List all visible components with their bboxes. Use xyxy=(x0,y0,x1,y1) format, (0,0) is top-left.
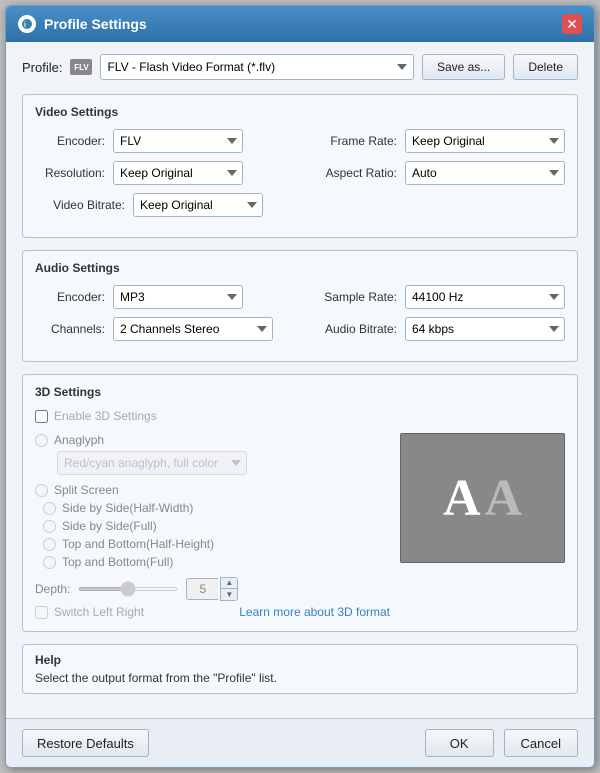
split-screen-radio[interactable] xyxy=(35,484,48,497)
bottom-right-buttons: OK Cancel xyxy=(425,729,578,757)
delete-button[interactable]: Delete xyxy=(513,54,578,80)
audio-settings-section: Audio Settings Encoder: MP3 Sample Rate:… xyxy=(22,250,578,362)
3d-settings-title: 3D Settings xyxy=(35,385,565,399)
profile-select[interactable]: FLV - Flash Video Format (*.flv) xyxy=(100,54,413,80)
encoder-select[interactable]: FLV xyxy=(113,129,243,153)
save-as-button[interactable]: Save as... xyxy=(422,54,505,80)
side-full-row: Side by Side(Full) xyxy=(43,519,390,533)
side-half-label: Side by Side(Half-Width) xyxy=(62,501,193,515)
preview-a2: A xyxy=(485,469,523,528)
depth-spin: ▲ ▼ xyxy=(186,577,238,601)
restore-defaults-button[interactable]: Restore Defaults xyxy=(22,729,149,757)
profile-settings-dialog: i Profile Settings ✕ Profile: FLV FLV - … xyxy=(5,5,595,768)
depth-label: Depth: xyxy=(35,582,70,596)
depth-row: Depth: ▲ ▼ xyxy=(35,577,390,601)
video-settings-title: Video Settings xyxy=(35,105,565,119)
3d-preview: A A xyxy=(400,433,565,563)
side-half-radio[interactable] xyxy=(43,502,56,515)
svg-text:i: i xyxy=(24,22,26,29)
profile-label: Profile: xyxy=(22,60,62,75)
top-full-row: Top and Bottom(Full) xyxy=(43,555,390,569)
depth-spin-buttons: ▲ ▼ xyxy=(220,577,238,601)
aspect-ratio-select[interactable]: Auto xyxy=(405,161,565,185)
flv-icon: FLV xyxy=(70,59,92,75)
help-text: Select the output format from the "Profi… xyxy=(35,671,565,685)
title-bar: i Profile Settings ✕ xyxy=(6,6,594,42)
switch-row: Switch Left Right Learn more about 3D fo… xyxy=(35,605,390,619)
audio-bitrate-select[interactable]: 64 kbps xyxy=(405,317,565,341)
close-button[interactable]: ✕ xyxy=(562,14,582,34)
sample-rate-select[interactable]: 44100 Hz xyxy=(405,285,565,309)
split-screen-row: Split Screen xyxy=(35,483,390,497)
split-screen-options: Side by Side(Half-Width) Side by Side(Fu… xyxy=(43,501,390,569)
top-full-radio[interactable] xyxy=(43,556,56,569)
encoder-label: Encoder: xyxy=(35,134,105,148)
video-settings-section: Video Settings Encoder: FLV Frame Rate: … xyxy=(22,94,578,238)
anaglyph-select[interactable]: Red/cyan anaglyph, full color xyxy=(57,451,247,475)
3d-main-content: Anaglyph Red/cyan anaglyph, full color S… xyxy=(35,433,565,619)
channels-select[interactable]: 2 Channels Stereo xyxy=(113,317,273,341)
audio-bitrate-label: Audio Bitrate: xyxy=(307,322,397,336)
video-bitrate-row: Video Bitrate: Keep Original xyxy=(35,193,565,217)
profile-row: Profile: FLV FLV - Flash Video Format (*… xyxy=(22,54,578,80)
3d-left-panel: Anaglyph Red/cyan anaglyph, full color S… xyxy=(35,433,390,619)
dialog-content: Profile: FLV FLV - Flash Video Format (*… xyxy=(6,42,594,718)
channels-label: Channels: xyxy=(35,322,105,336)
resolution-row: Resolution: Keep Original Aspect Ratio: … xyxy=(35,161,565,185)
anaglyph-row: Anaglyph xyxy=(35,433,390,447)
cancel-button[interactable]: Cancel xyxy=(504,729,578,757)
help-title: Help xyxy=(35,653,565,667)
learn-more-link[interactable]: Learn more about 3D format xyxy=(239,605,390,619)
enable-3d-row: Enable 3D Settings xyxy=(35,409,565,423)
enable-3d-label: Enable 3D Settings xyxy=(54,409,157,423)
frame-rate-label: Frame Rate: xyxy=(317,134,397,148)
video-bitrate-select[interactable]: Keep Original xyxy=(133,193,263,217)
app-icon: i xyxy=(18,15,36,33)
switch-left-right-checkbox[interactable] xyxy=(35,606,48,619)
side-half-row: Side by Side(Half-Width) xyxy=(43,501,390,515)
video-bitrate-label: Video Bitrate: xyxy=(35,198,125,212)
audio-settings-title: Audio Settings xyxy=(35,261,565,275)
aspect-ratio-label: Aspect Ratio: xyxy=(317,166,397,180)
audio-encoder-label: Encoder: xyxy=(35,290,105,304)
bottom-bar: Restore Defaults OK Cancel xyxy=(6,718,594,767)
top-half-radio[interactable] xyxy=(43,538,56,551)
preview-a1: A xyxy=(443,469,481,528)
resolution-select[interactable]: Keep Original xyxy=(113,161,243,185)
channels-row: Channels: 2 Channels Stereo Audio Bitrat… xyxy=(35,317,565,341)
side-full-radio[interactable] xyxy=(43,520,56,533)
enable-3d-checkbox[interactable] xyxy=(35,410,48,423)
help-section: Help Select the output format from the "… xyxy=(22,644,578,694)
anaglyph-label: Anaglyph xyxy=(54,433,104,447)
frame-rate-select[interactable]: Keep Original xyxy=(405,129,565,153)
3d-settings-section: 3D Settings Enable 3D Settings Anaglyph … xyxy=(22,374,578,632)
depth-input[interactable] xyxy=(186,578,218,600)
split-screen-label: Split Screen xyxy=(54,483,119,497)
dialog-title: Profile Settings xyxy=(44,16,147,32)
ok-button[interactable]: OK xyxy=(425,729,494,757)
depth-down-button[interactable]: ▼ xyxy=(221,589,237,600)
side-full-label: Side by Side(Full) xyxy=(62,519,157,533)
encoder-row: Encoder: FLV Frame Rate: Keep Original xyxy=(35,129,565,153)
switch-label: Switch Left Right xyxy=(54,605,144,619)
depth-slider[interactable] xyxy=(78,587,178,591)
audio-encoder-select[interactable]: MP3 xyxy=(113,285,243,309)
anaglyph-radio[interactable] xyxy=(35,434,48,447)
audio-encoder-row: Encoder: MP3 Sample Rate: 44100 Hz xyxy=(35,285,565,309)
resolution-label: Resolution: xyxy=(35,166,105,180)
sample-rate-label: Sample Rate: xyxy=(307,290,397,304)
depth-up-button[interactable]: ▲ xyxy=(221,578,237,589)
top-half-label: Top and Bottom(Half-Height) xyxy=(62,537,214,551)
title-bar-left: i Profile Settings xyxy=(18,15,147,33)
top-full-label: Top and Bottom(Full) xyxy=(62,555,173,569)
top-half-row: Top and Bottom(Half-Height) xyxy=(43,537,390,551)
